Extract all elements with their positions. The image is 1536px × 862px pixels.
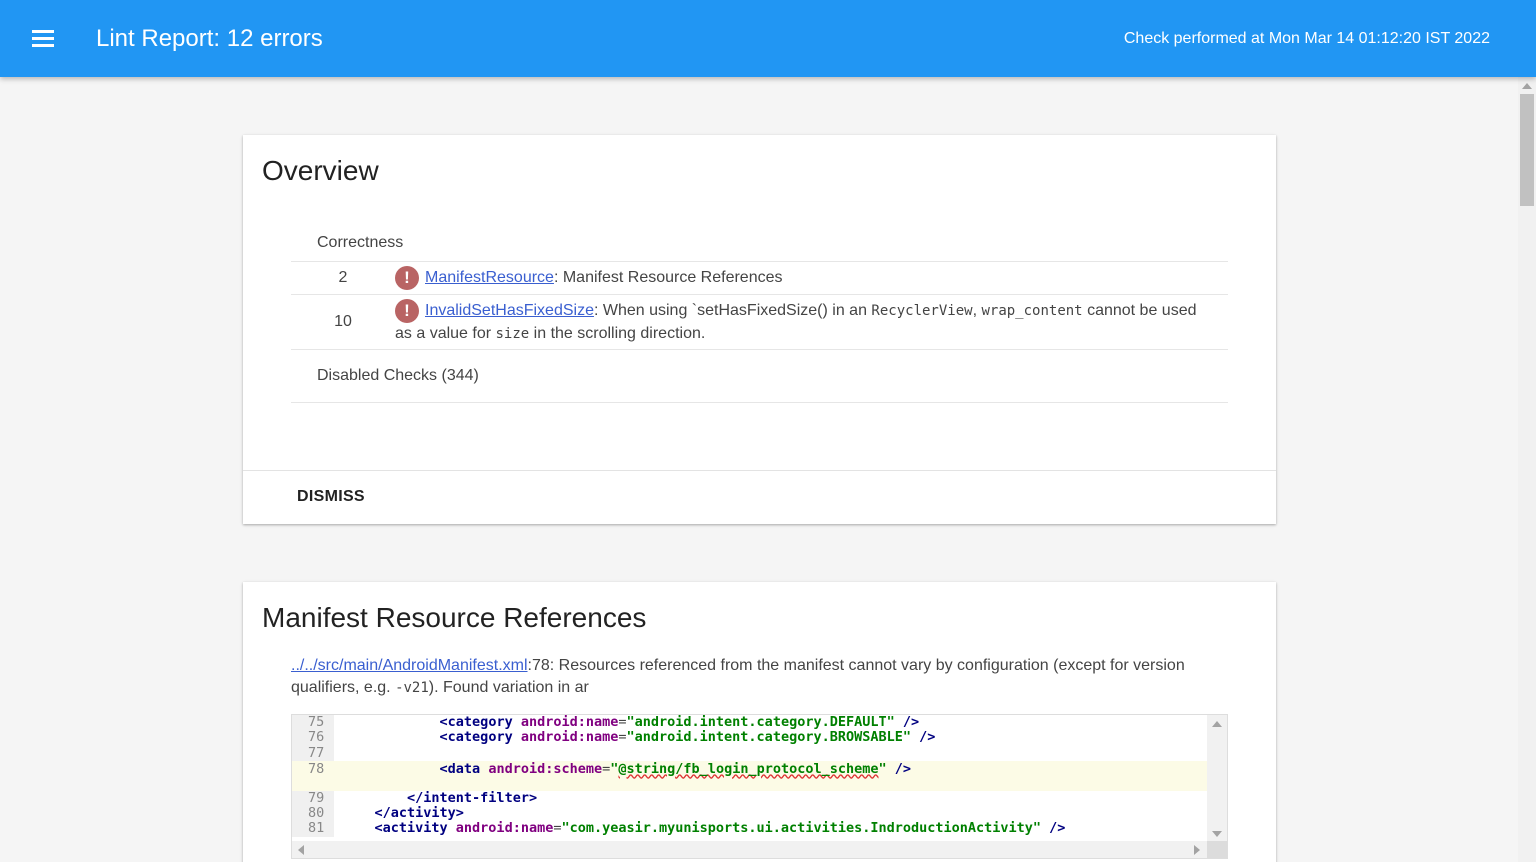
inline-code: -v21 <box>395 680 429 696</box>
xml-tag: </activity> <box>374 805 464 822</box>
xml-value: "android.intent.category.DEFAULT" <box>626 714 895 730</box>
code-line: 80 </activity> <box>292 805 1208 822</box>
line-number: 78 <box>292 760 334 791</box>
code-line: 77 <box>292 745 1208 761</box>
disabled-checks-label[interactable]: Disabled Checks (344) <box>291 349 1228 403</box>
dismiss-button[interactable]: DISMISS <box>297 488 365 506</box>
issue-message: ). Found variation in ar <box>428 679 589 696</box>
line-number: 80 <box>292 805 334 822</box>
section-title: Manifest Resource References <box>262 602 647 633</box>
category-label: Correctness <box>291 225 1228 262</box>
issue-location: ../../src/main/AndroidManifest.xml:78: R… <box>291 655 1191 699</box>
overview-title: Overview <box>262 155 379 186</box>
app-bar: Lint Report: 12 errors Check performed a… <box>0 0 1536 77</box>
inline-code: wrap_content <box>981 302 1083 319</box>
code-line: 76 <category android:name="android.inten… <box>292 729 1208 746</box>
scroll-up-icon[interactable] <box>1522 83 1532 89</box>
issue-row: 10 ! InvalidSetHasFixedSize: When using `… <box>291 294 1228 350</box>
line-number: 75 <box>292 715 334 731</box>
xml-attr: android:name <box>455 820 554 837</box>
issue-summary: : Manifest Resource References <box>553 268 783 286</box>
error-value: @string/fb_login_protocol_scheme <box>618 760 879 777</box>
xml-attr: android:scheme <box>488 760 603 777</box>
line-number: 81 <box>292 821 334 837</box>
code-line: 81 <activity android:name="com.yeasir.my… <box>292 820 1208 837</box>
issue-count: 2 <box>291 261 395 295</box>
scrollbar-thumb[interactable] <box>1520 94 1534 206</box>
issue-link-invalid-set-has-fixed-size[interactable]: InvalidSetHasFixedSize <box>425 302 594 319</box>
xml-attr: android:name <box>520 714 619 730</box>
xml-tag: </intent-filter> <box>407 789 538 806</box>
issue-description: ! ManifestResource: Manifest Resource Ref… <box>395 261 1228 295</box>
inline-code: RecyclerView <box>871 302 973 319</box>
line-number: 76 <box>292 729 334 746</box>
page-scrollbar[interactable] <box>1518 77 1536 862</box>
disabled-checks-row[interactable]: Disabled Checks (344) <box>291 349 1228 403</box>
code-snippet[interactable]: 75 <category android:name="android.inten… <box>291 714 1228 859</box>
xml-tag: <activity <box>374 820 456 837</box>
code-line: 79 </intent-filter> <box>292 789 1208 807</box>
error-icon: ! <box>395 298 419 323</box>
overview-table: Correctness 2 ! ManifestResource: Manifes… <box>291 225 1228 403</box>
xml-tag: <category <box>439 729 521 746</box>
issue-summary-part: : When using `setHasFixedSize() in an <box>593 301 872 319</box>
issue-summary-part: in the scrolling direction. <box>529 324 706 342</box>
category-row: Correctness <box>291 225 1228 262</box>
code-line: 75 <category android:name="android.inten… <box>292 714 1208 731</box>
xml-tag: <data <box>439 760 489 777</box>
check-timestamp: Check performed at Mon Mar 14 01:12:20 I… <box>1123 30 1490 47</box>
xml-attr: android:name <box>520 729 619 746</box>
xml-value: "com.yeasir.myunisports.ui.activities.In… <box>561 820 1042 837</box>
scroll-right-icon[interactable] <box>1194 845 1200 855</box>
scroll-left-icon[interactable] <box>298 845 304 855</box>
code-vertical-scrollbar[interactable] <box>1207 715 1227 843</box>
file-link[interactable]: ../../src/main/AndroidManifest.xml <box>291 657 528 674</box>
line-number: 79 <box>292 790 334 807</box>
xml-value: "android.intent.category.BROWSABLE" <box>626 729 911 746</box>
card-actions: DISMISS <box>243 470 1276 524</box>
issue-description: ! InvalidSetHasFixedSize: When using `set… <box>395 294 1228 350</box>
error-icon: ! <box>395 265 419 290</box>
line-number: 77 <box>292 745 334 761</box>
code-lines: 75 <category android:name="android.inten… <box>292 715 1208 837</box>
scroll-up-icon[interactable] <box>1212 721 1222 727</box>
issue-row: 2 ! ManifestResource: Manifest Resource R… <box>291 261 1228 295</box>
issue-link-manifest-resource[interactable]: ManifestResource <box>425 269 554 286</box>
inline-code: size <box>495 325 530 342</box>
scroll-down-icon[interactable] <box>1212 831 1222 837</box>
page-title: Lint Report: 12 errors <box>96 25 323 52</box>
menu-icon[interactable] <box>26 24 60 54</box>
scrollbar-corner <box>1207 841 1227 858</box>
issue-count: 10 <box>291 294 395 350</box>
highlighted-code-line: 78 <data android:scheme="@string/fb_logi… <box>292 760 1208 791</box>
xml-tag: <category <box>439 714 521 730</box>
code-horizontal-scrollbar[interactable] <box>292 841 1208 858</box>
overview-card: Overview Correctness 2 ! ManifestResource… <box>243 135 1276 524</box>
manifest-resource-card: Manifest Resource References ../../src/m… <box>243 582 1276 862</box>
report-content[interactable]: Overview Correctness 2 ! ManifestResource… <box>0 77 1518 862</box>
